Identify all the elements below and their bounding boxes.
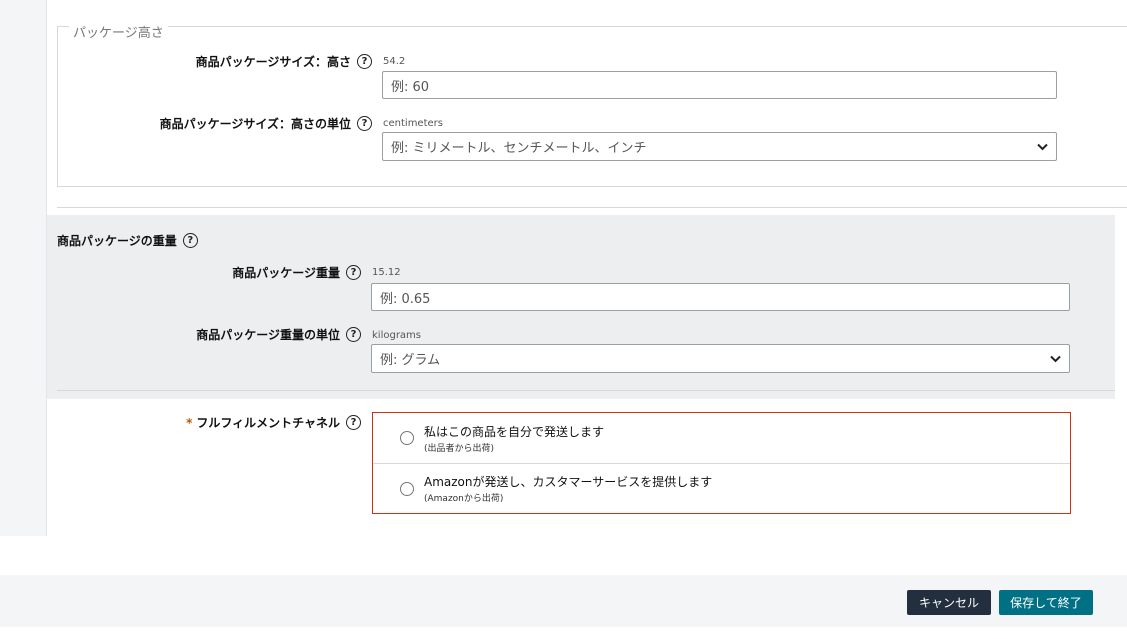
package-height-legend: パッケージ高さ [69, 22, 168, 41]
required-marker: * [186, 416, 193, 430]
fulfillment-channel-box: 私はこの商品を自分で発送します (出品者から出荷) Amazonが発送し、カスタ… [372, 412, 1071, 514]
weight-label-row: 商品パッケージ重量 ? [150, 264, 361, 281]
help-circle-icon[interactable]: ? [182, 233, 198, 248]
radio-button[interactable] [400, 431, 414, 445]
weight-input[interactable]: 例: 0.65 [371, 283, 1070, 311]
package-weight-title-row: 商品パッケージの重量 ? [57, 232, 198, 249]
package-weight-title: 商品パッケージの重量 [57, 234, 177, 248]
weight-unit-select[interactable]: 例: グラム [371, 344, 1070, 373]
help-circle-icon[interactable]: ? [346, 265, 361, 280]
weight-current-value: 15.12 [372, 267, 401, 278]
save-and-finish-button[interactable]: 保存して終了 [999, 590, 1093, 615]
section-divider [57, 390, 1115, 391]
fulfillment-option-main: 私はこの商品を自分で発送します [424, 424, 605, 439]
weight-unit-label: 商品パッケージ重量の単位 [196, 328, 340, 342]
height-unit-label: 商品パッケージサイズ：高さの単位 [159, 117, 351, 131]
help-circle-icon[interactable]: ? [346, 327, 361, 342]
height-unit-select[interactable]: 例: ミリメートル、センチメートル、インチ [382, 132, 1057, 161]
fulfillment-option-main: Amazonが発送し、カスタマーサービスを提供します [424, 475, 713, 489]
weight-unit-label-row: 商品パッケージ重量の単位 ? [140, 326, 361, 343]
help-circle-icon[interactable]: ? [346, 415, 361, 430]
fulfillment-option-text: Amazonが発送し、カスタマーサービスを提供します (Amazonから出荷) [424, 473, 712, 504]
height-unit-label-row: 商品パッケージサイズ：高さの単位 ? [110, 115, 372, 132]
fulfillment-option-amazon[interactable]: Amazonが発送し、カスタマーサービスを提供します (Amazonから出荷) [373, 463, 1070, 513]
height-label-row: 商品パッケージサイズ：高さ ? [120, 53, 372, 70]
fulfillment-label-row: * フルフィルメントチャネル ? [140, 414, 361, 431]
chevron-down-icon [1036, 141, 1048, 153]
chevron-down-icon [1049, 353, 1061, 365]
height-unit-select-placeholder: 例: ミリメートル、センチメートル、インチ [391, 141, 647, 156]
package-height-fieldset [57, 26, 1127, 187]
cancel-button[interactable]: キャンセル [907, 590, 991, 615]
fulfillment-option-sub: (Amazonから出荷) [424, 494, 504, 504]
height-current-value: 54.2 [383, 56, 406, 67]
weight-unit-current-value: kilograms [372, 330, 422, 341]
height-input[interactable]: 例: 60 [382, 71, 1057, 99]
fulfillment-label-wrap: * フルフィルメントチャネル [186, 414, 340, 431]
fulfillment-option-sub: (出品者から出荷) [424, 443, 495, 454]
radio-button[interactable] [400, 481, 414, 496]
fulfillment-label: フルフィルメントチャネル [196, 416, 340, 430]
height-label: 商品パッケージサイズ：高さ [195, 55, 351, 69]
help-circle-icon[interactable]: ? [357, 54, 372, 69]
weight-label: 商品パッケージ重量 [232, 266, 340, 280]
left-rail [0, 0, 47, 536]
help-circle-icon[interactable]: ? [357, 116, 372, 131]
fulfillment-option-merchant[interactable]: 私はこの商品を自分で発送します (出品者から出荷) [373, 413, 1070, 463]
fulfillment-option-text: 私はこの商品を自分で発送します (出品者から出荷) [424, 423, 604, 454]
section-divider [57, 207, 1127, 208]
weight-unit-select-placeholder: 例: グラム [380, 353, 441, 368]
height-unit-current-value: centimeters [383, 118, 443, 129]
